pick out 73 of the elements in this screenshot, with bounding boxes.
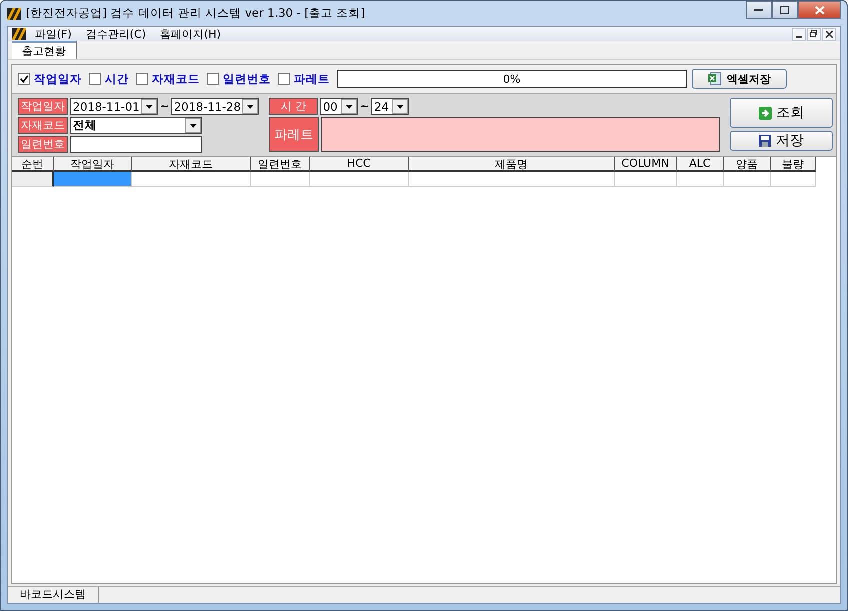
table-cell[interactable] (54, 172, 132, 187)
table-cell[interactable] (310, 172, 409, 187)
window-title: [한진전자공업] 검수 데이터 관리 시스템 ver 1.30 - [출고 조회] (26, 6, 366, 21)
code-dropdown[interactable]: 전체 (70, 117, 202, 134)
table-cell[interactable] (251, 172, 310, 187)
time-dropdown[interactable]: 00 (320, 98, 358, 115)
table-cell[interactable] (409, 172, 615, 187)
field-label: 시 간 (269, 98, 318, 115)
serial-input-field[interactable] (70, 136, 202, 153)
table-cell[interactable] (615, 172, 677, 187)
field-label: 파레트 (269, 117, 320, 152)
checkbox[interactable] (136, 73, 148, 85)
hazard-stripe-icon (12, 28, 26, 40)
checkbox[interactable] (207, 73, 219, 85)
column-header[interactable]: 자재코드 (132, 157, 251, 172)
table-cell[interactable] (771, 172, 816, 187)
time-dropdown[interactable]: 24 (371, 98, 410, 115)
caret-icon (146, 104, 152, 108)
close-button[interactable] (822, 28, 836, 40)
column-header[interactable]: ALC (677, 157, 724, 172)
maximize-button[interactable] (772, 1, 798, 19)
table-cell[interactable] (724, 172, 771, 187)
column-header[interactable]: 불량 (771, 157, 816, 172)
save-button[interactable]: 저장 (730, 131, 833, 151)
close-icon (826, 30, 832, 38)
menu-item[interactable]: 파일(F) (30, 26, 77, 42)
checkbox-label: 파레트 (294, 72, 330, 86)
status-panel: 바코드시스템 (8, 587, 99, 603)
date-field[interactable]: 2018-11-01 (70, 98, 158, 115)
tab[interactable]: 출고현황 (12, 41, 77, 59)
date-field[interactable]: 2018-11-28 (171, 98, 260, 115)
menu-item[interactable]: 홈페이지(H) (155, 26, 226, 42)
excel-save-button[interactable]: 엑셀저장 (692, 69, 787, 89)
hazard-stripe-icon (7, 8, 21, 20)
column-header[interactable]: COLUMN (615, 157, 677, 172)
table-cell[interactable] (677, 172, 724, 187)
arrow-icon (758, 106, 772, 120)
pallet-input-field[interactable] (321, 117, 720, 152)
column-header[interactable]: 순번 (12, 157, 54, 172)
caret-icon (396, 104, 404, 108)
minimize-icon (754, 8, 764, 12)
column-header[interactable]: HCC (310, 157, 409, 172)
column-header[interactable]: 일련번호 (251, 157, 310, 172)
caret-icon (246, 104, 254, 108)
checkbox-label: 시간 (105, 72, 129, 86)
checkbox-label: 일련번호 (223, 72, 271, 86)
restore-icon (810, 30, 818, 38)
tilde-text: ~ (160, 100, 170, 113)
progress-label: 0% (503, 72, 521, 86)
field-label: 작업일자 (18, 98, 68, 115)
field-label: 자재코드 (18, 117, 68, 134)
menu-item[interactable]: 검수관리(C) (80, 26, 152, 42)
checkbox[interactable] (278, 73, 290, 85)
checkbox[interactable] (89, 73, 101, 85)
search-button[interactable]: 조회 (730, 98, 833, 128)
restore-button[interactable] (807, 28, 821, 40)
row-header-cell (12, 172, 54, 187)
column-header[interactable]: 작업일자 (54, 157, 132, 172)
minimize-button[interactable] (792, 28, 806, 40)
caret-icon (346, 104, 353, 108)
checkbox-label: 자재코드 (152, 72, 200, 86)
maximize-icon (780, 6, 790, 14)
checkbox-label: 작업일자 (34, 72, 82, 86)
checkbox[interactable] (18, 73, 30, 85)
field-label: 일련번호 (18, 136, 68, 153)
close-icon (814, 6, 824, 14)
caret-icon (190, 124, 196, 128)
tilde-text: ~ (360, 100, 370, 113)
table-cell[interactable] (132, 172, 251, 187)
column-header[interactable]: 양품 (724, 157, 771, 172)
spreadsheet-icon (708, 72, 722, 86)
column-header[interactable]: 제품명 (409, 157, 615, 172)
minimize-button[interactable] (746, 1, 772, 19)
